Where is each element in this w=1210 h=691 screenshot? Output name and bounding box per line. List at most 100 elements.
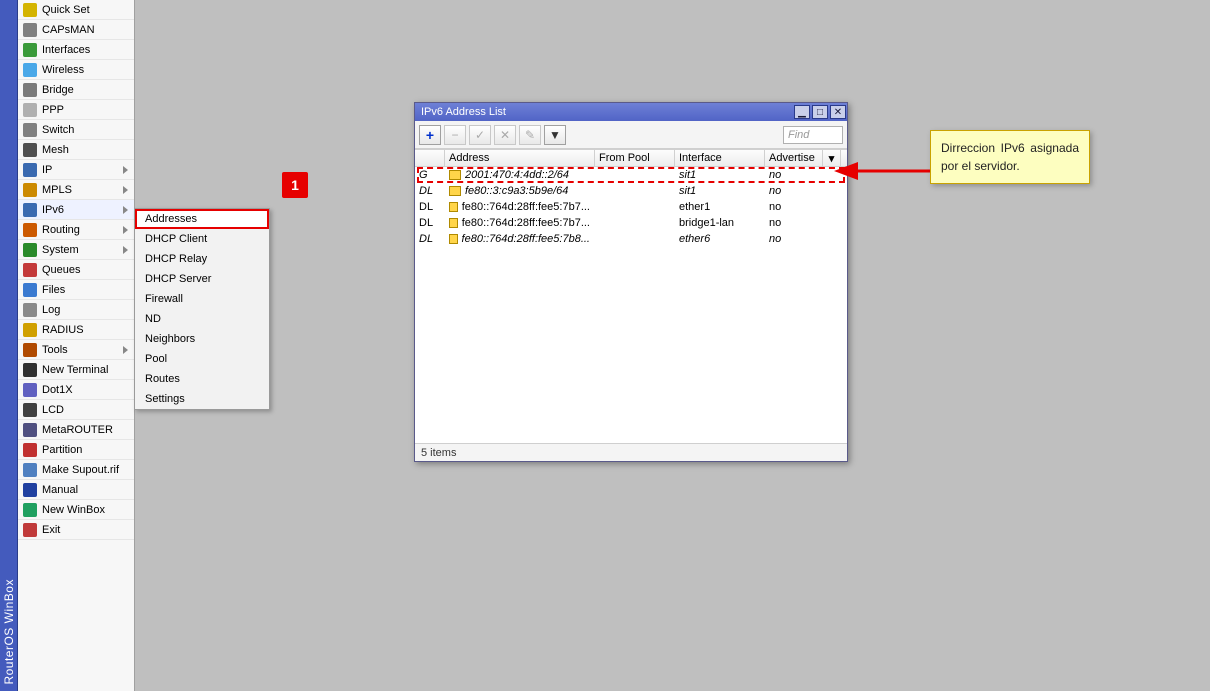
submenu-item-dhcp-relay[interactable]: DHCP Relay <box>135 249 269 269</box>
cell-flag: DL <box>415 217 445 229</box>
cell-address: 2001:470:4:4dd::2/64 <box>445 169 595 181</box>
cell-interface: ether1 <box>675 201 765 213</box>
chevron-right-icon <box>123 246 128 254</box>
sidebar-item-lcd[interactable]: LCD <box>18 400 134 420</box>
menu-icon <box>22 242 38 258</box>
menu-icon <box>22 22 38 38</box>
col-interface[interactable]: Interface <box>675 150 765 166</box>
sidebar-item-bridge[interactable]: Bridge <box>18 80 134 100</box>
submenu-item-neighbors[interactable]: Neighbors <box>135 329 269 349</box>
remove-button[interactable]: − <box>444 125 466 145</box>
sidebar-item-mpls[interactable]: MPLS <box>18 180 134 200</box>
submenu-item-routes[interactable]: Routes <box>135 369 269 389</box>
sidebar-item-label: IP <box>42 164 123 176</box>
menu-icon <box>22 362 38 378</box>
submenu-item-firewall[interactable]: Firewall <box>135 289 269 309</box>
menu-icon <box>22 282 38 298</box>
sidebar-item-quick-set[interactable]: Quick Set <box>18 0 134 20</box>
chevron-right-icon <box>123 166 128 174</box>
status-text: 5 items <box>421 447 456 459</box>
address-text: fe80::3:c9a3:5b9e/64 <box>465 185 568 197</box>
col-flag[interactable] <box>415 150 445 166</box>
sidebar-item-switch[interactable]: Switch <box>18 120 134 140</box>
sidebar-item-label: Wireless <box>42 64 130 76</box>
address-text: fe80::764d:28ff:fee5:7b8... <box>462 233 590 245</box>
sidebar-item-new-terminal[interactable]: New Terminal <box>18 360 134 380</box>
col-from-pool[interactable]: From Pool <box>595 150 675 166</box>
submenu-item-settings[interactable]: Settings <box>135 389 269 409</box>
ip-icon <box>449 234 458 244</box>
sidebar-item-label: Manual <box>42 484 130 496</box>
sidebar-item-label: Mesh <box>42 144 130 156</box>
sidebar-item-label: System <box>42 244 123 256</box>
cell-flag: DL <box>415 233 445 245</box>
sidebar-item-routing[interactable]: Routing <box>18 220 134 240</box>
comment-button[interactable]: ✎ <box>519 125 541 145</box>
chevron-right-icon <box>123 226 128 234</box>
filter-button[interactable]: ▼ <box>544 125 566 145</box>
grid-body[interactable]: G2001:470:4:4dd::2/64sit1noDLfe80::3:c9a… <box>415 167 847 443</box>
address-text: fe80::764d:28ff:fee5:7b7... <box>462 217 590 229</box>
menu-icon <box>22 142 38 158</box>
submenu-item-addresses[interactable]: Addresses <box>135 209 269 229</box>
sidebar-item-system[interactable]: System <box>18 240 134 260</box>
sidebar-item-log[interactable]: Log <box>18 300 134 320</box>
toolbar: + − ✓ ✕ ✎ ▼ Find <box>415 121 847 149</box>
sidebar-item-new-winbox[interactable]: New WinBox <box>18 500 134 520</box>
cell-advertise: no <box>765 217 823 229</box>
find-input[interactable]: Find <box>783 126 843 144</box>
add-button[interactable]: + <box>419 125 441 145</box>
table-row[interactable]: DLfe80::764d:28ff:fee5:7b7...ether1no <box>415 199 847 215</box>
sidebar-item-label: Tools <box>42 344 123 356</box>
sidebar-item-label: RADIUS <box>42 324 130 336</box>
menu-icon <box>22 102 38 118</box>
sidebar-item-dot1x[interactable]: Dot1X <box>18 380 134 400</box>
menu-icon <box>22 482 38 498</box>
submenu-item-dhcp-server[interactable]: DHCP Server <box>135 269 269 289</box>
window-maximize-button[interactable]: □ <box>812 105 828 119</box>
menu-icon <box>22 302 38 318</box>
sidebar-item-metarouter[interactable]: MetaROUTER <box>18 420 134 440</box>
cell-address: fe80::764d:28ff:fee5:7b7... <box>445 201 595 213</box>
sidebar-item-partition[interactable]: Partition <box>18 440 134 460</box>
window-close-button[interactable]: ✕ <box>830 105 846 119</box>
sidebar-item-radius[interactable]: RADIUS <box>18 320 134 340</box>
sidebar-item-label: Log <box>42 304 130 316</box>
sidebar-item-interfaces[interactable]: Interfaces <box>18 40 134 60</box>
disable-button[interactable]: ✕ <box>494 125 516 145</box>
sidebar-item-exit[interactable]: Exit <box>18 520 134 540</box>
sidebar-item-queues[interactable]: Queues <box>18 260 134 280</box>
sidebar-item-ipv6[interactable]: IPv6 <box>18 200 134 220</box>
submenu-item-dhcp-client[interactable]: DHCP Client <box>135 229 269 249</box>
table-row[interactable]: G2001:470:4:4dd::2/64sit1no <box>415 167 847 183</box>
col-address[interactable]: Address <box>445 150 595 166</box>
sidebar-item-ppp[interactable]: PPP <box>18 100 134 120</box>
sidebar-item-ip[interactable]: IP <box>18 160 134 180</box>
sidebar-item-mesh[interactable]: Mesh <box>18 140 134 160</box>
enable-button[interactable]: ✓ <box>469 125 491 145</box>
cell-address: fe80::764d:28ff:fee5:7b7... <box>445 217 595 229</box>
table-row[interactable]: DLfe80::764d:28ff:fee5:7b8...ether6no <box>415 231 847 247</box>
sidebar-item-manual[interactable]: Manual <box>18 480 134 500</box>
sidebar-item-wireless[interactable]: Wireless <box>18 60 134 80</box>
submenu-item-nd[interactable]: ND <box>135 309 269 329</box>
chevron-right-icon <box>123 186 128 194</box>
grid-header: Address From Pool Interface Advertise ▾ <box>415 149 847 167</box>
submenu-item-pool[interactable]: Pool <box>135 349 269 369</box>
menu-icon <box>22 382 38 398</box>
sidebar-item-label: Dot1X <box>42 384 130 396</box>
cell-advertise: no <box>765 233 823 245</box>
sidebar-item-tools[interactable]: Tools <box>18 340 134 360</box>
sidebar-item-files[interactable]: Files <box>18 280 134 300</box>
annotation-arrow <box>847 164 937 178</box>
menu-icon <box>22 262 38 278</box>
menu-icon <box>22 122 38 138</box>
sidebar-item-label: Interfaces <box>42 44 130 56</box>
table-row[interactable]: DLfe80::3:c9a3:5b9e/64sit1no <box>415 183 847 199</box>
col-advertise[interactable]: Advertise <box>765 150 823 166</box>
sidebar-item-make-supout-rif[interactable]: Make Supout.rif <box>18 460 134 480</box>
window-minimize-button[interactable]: ▁ <box>794 105 810 119</box>
table-row[interactable]: DLfe80::764d:28ff:fee5:7b7...bridge1-lan… <box>415 215 847 231</box>
sidebar-item-capsman[interactable]: CAPsMAN <box>18 20 134 40</box>
col-menu-button[interactable]: ▾ <box>823 150 841 166</box>
